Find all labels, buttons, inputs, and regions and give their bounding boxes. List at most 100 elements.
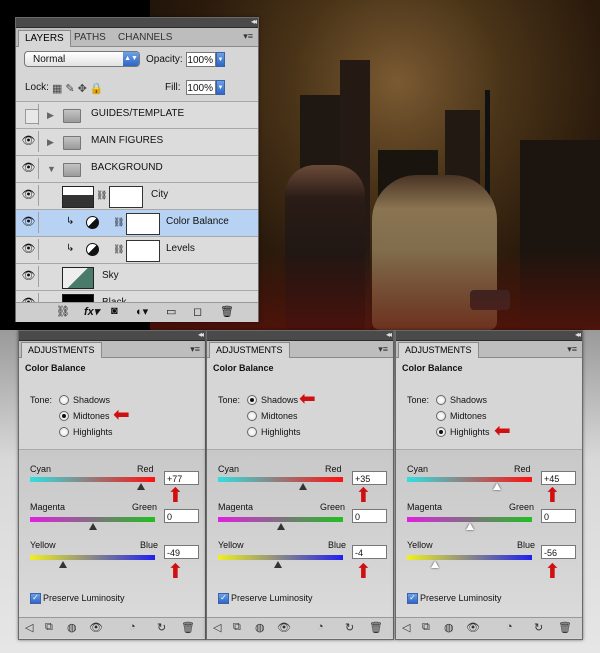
trash-icon[interactable]: 🗑 [558,621,572,634]
eye-icon[interactable]: 👁 [19,212,39,233]
preserve-luminosity-checkbox[interactable]: ✓ [407,593,418,604]
layer-mask-thumbnail[interactable] [126,240,160,262]
back-arrow-icon[interactable]: ◁ [213,621,221,634]
magenta-green-slider-track[interactable] [218,517,343,522]
eye-icon[interactable]: 👁 [89,621,103,634]
radio-midtones[interactable] [59,411,69,421]
slider-knob[interactable] [58,561,67,568]
slider-knob[interactable] [88,523,97,530]
eye-icon[interactable]: 👁 [277,621,291,634]
panel-titlebar[interactable]: ◂◂ [396,330,582,341]
eye-icon[interactable]: 👁 [466,621,480,634]
opacity-dropdown-icon[interactable]: ▼ [216,52,225,67]
reset-icon[interactable]: ↻ [534,621,543,634]
expand-view-icon[interactable]: ⧉ [233,621,241,634]
add-mask-icon[interactable]: ◙ [111,305,118,317]
panel-menu-icon[interactable]: ▾≡ [567,344,577,355]
yellow-blue-value-input[interactable]: -4 [352,545,387,559]
reset-icon[interactable]: ↻ [157,621,166,634]
link-icon[interactable]: ⛓ [113,244,124,255]
panel-menu-icon[interactable]: ▾≡ [378,344,388,355]
previous-state-icon[interactable]: ◔ [506,621,513,633]
layer-row[interactable]: 👁 ↳ ⛓ Levels [16,236,258,263]
tab-channels[interactable]: CHANNELS [112,30,178,46]
expand-triangle-icon[interactable]: ▶ [47,137,54,148]
panel-menu-icon[interactable]: ▾≡ [243,31,253,42]
new-group-icon[interactable]: ▭ [166,305,176,318]
new-adjustment-icon[interactable]: ◐▾ [136,305,148,318]
trash-icon[interactable]: 🗑 [220,305,234,318]
tab-adjustments[interactable]: ADJUSTMENTS [398,342,479,358]
slider-knob[interactable] [137,483,146,490]
collapse-icon[interactable]: ◂◂ [386,330,392,339]
radio-midtones[interactable] [436,411,446,421]
yellow-blue-slider-track[interactable] [30,555,155,560]
panel-titlebar[interactable]: ◂◂ [19,330,205,341]
previous-state-icon[interactable]: ◔ [129,621,136,633]
panel-titlebar[interactable]: ◂◂ [207,330,393,341]
link-icon[interactable]: ⛓ [96,190,107,201]
clip-to-layer-icon[interactable]: ◍ [67,621,77,634]
eye-icon[interactable]: 👁 [19,185,39,206]
layer-row[interactable]: ▶ GUIDES/TEMPLATE [16,101,258,128]
magenta-green-value-input[interactable]: 0 [352,509,387,523]
eye-icon[interactable]: 👁 [19,266,39,287]
preserve-luminosity-checkbox[interactable]: ✓ [30,593,41,604]
slider-knob[interactable] [299,483,307,490]
link-icon[interactable]: ⛓ [113,217,124,228]
cyan-red-slider-track[interactable] [30,477,155,482]
link-layers-icon[interactable]: ⛓ [56,305,70,318]
radio-midtones[interactable] [247,411,257,421]
radio-shadows[interactable] [436,395,446,405]
cyan-red-value-input[interactable]: +35 [352,471,387,485]
opacity-input[interactable]: 100% [186,52,216,67]
slider-knob[interactable] [274,561,282,568]
collapse-icon[interactable]: ◂◂ [198,330,204,339]
cyan-red-value-input[interactable]: +77 [164,471,199,485]
preserve-luminosity-checkbox[interactable]: ✓ [218,593,229,604]
clip-to-layer-icon[interactable]: ◍ [255,621,265,634]
slider-knob[interactable] [465,523,474,530]
magenta-green-slider-track[interactable] [407,517,532,522]
layer-mask-thumbnail[interactable] [126,213,160,235]
slider-knob[interactable] [276,523,285,530]
layer-mask-thumbnail[interactable] [109,186,143,208]
visibility-toggle[interactable] [19,104,39,125]
new-layer-icon[interactable]: ◻ [193,305,202,318]
eye-icon[interactable]: 👁 [19,239,39,260]
magenta-green-value-input[interactable]: 0 [164,509,199,523]
back-arrow-icon[interactable]: ◁ [25,621,33,634]
back-arrow-icon[interactable]: ◁ [402,621,410,634]
slider-knob[interactable] [430,561,439,568]
radio-shadows[interactable] [59,395,69,405]
tab-paths[interactable]: PATHS [68,30,112,46]
collapse-icon[interactable]: ◂◂ [575,330,581,339]
trash-icon[interactable]: 🗑 [369,621,383,634]
yellow-blue-slider-track[interactable] [218,555,343,560]
fx-icon[interactable]: fx▾ [84,305,99,318]
tab-layers[interactable]: LAYERS [18,30,71,47]
fill-dropdown-icon[interactable]: ▼ [216,80,225,95]
radio-highlights[interactable] [247,427,257,437]
radio-shadows[interactable] [247,395,257,405]
collapse-triangle-icon[interactable]: ▼ [47,164,56,174]
cyan-red-slider-track[interactable] [218,477,343,482]
collapse-icon[interactable]: ◂◂ [251,17,257,26]
layer-row[interactable]: 👁 ⛓ City [16,182,258,209]
radio-highlights[interactable] [436,427,446,437]
eye-icon[interactable]: 👁 [19,131,39,152]
lock-icons[interactable]: ▦✎✥🔒 [52,82,107,95]
blend-mode-select[interactable]: Normal ▲▼ [24,51,140,67]
magenta-green-value-input[interactable]: 0 [541,509,576,523]
panel-menu-icon[interactable]: ▾≡ [190,344,200,355]
reset-icon[interactable]: ↻ [345,621,354,634]
clip-to-layer-icon[interactable]: ◍ [444,621,454,634]
expand-triangle-icon[interactable]: ▶ [47,110,54,121]
fill-input[interactable]: 100% [186,80,216,95]
layer-row[interactable]: 👁 ▼ BACKGROUND [16,155,258,182]
tab-adjustments[interactable]: ADJUSTMENTS [21,342,102,358]
expand-view-icon[interactable]: ⧉ [422,621,430,634]
cyan-red-value-input[interactable]: +45 [541,471,576,485]
layer-row-selected[interactable]: 👁 ↳ ⛓ Color Balance [16,209,258,236]
radio-highlights[interactable] [59,427,69,437]
